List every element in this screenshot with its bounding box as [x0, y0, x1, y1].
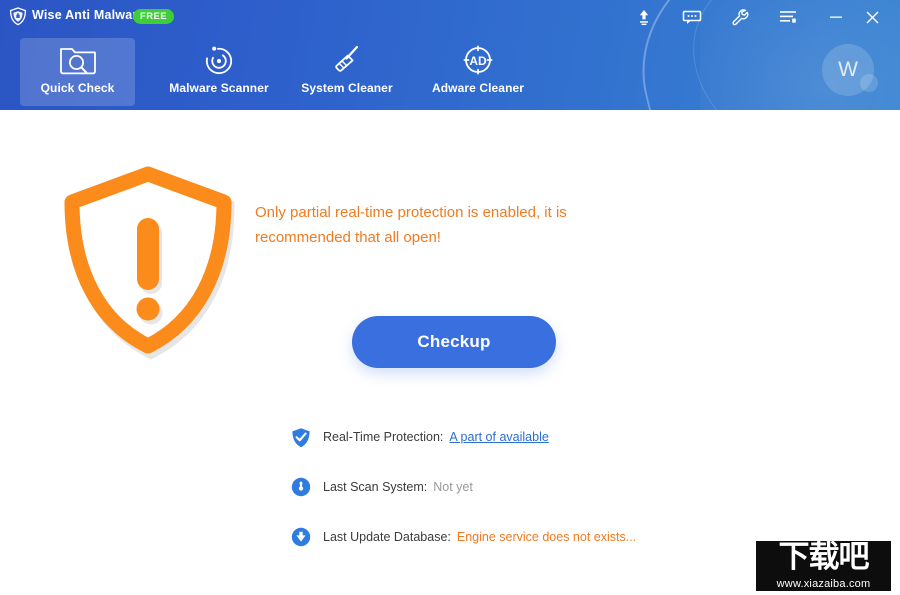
status-row-real-time-protection: Real-Time Protection: A part of availabl… [290, 425, 710, 449]
upgrade-button[interactable] [630, 4, 658, 30]
close-button[interactable] [858, 4, 886, 30]
tab-label: System Cleaner [301, 81, 393, 95]
site-watermark: 下载吧 www.xiazaiba.com [756, 541, 891, 591]
minimize-button[interactable] [822, 4, 850, 30]
tab-system-cleaner[interactable]: System Cleaner [288, 38, 406, 106]
watermark-url: www.xiazaiba.com [776, 578, 871, 590]
wrench-icon [731, 8, 750, 27]
status-row-last-scan: Last Scan System: Not yet [290, 475, 710, 499]
chat-bubble-icon [682, 9, 702, 25]
folder-search-icon [58, 40, 98, 80]
minimize-icon [828, 9, 844, 25]
radar-scan-icon [201, 40, 237, 80]
title-bar: Wise Anti Malware FREE [0, 0, 900, 34]
settings-button[interactable] [726, 4, 754, 30]
warning-shield-icon [58, 160, 238, 360]
status-row-last-update: Last Update Database: Engine service doe… [290, 525, 710, 549]
watermark-text: 下载吧 [778, 541, 870, 575]
avatar[interactable]: W [822, 44, 878, 96]
status-label: Last Update Database: [323, 530, 451, 544]
status-list: Real-Time Protection: A part of availabl… [290, 425, 710, 575]
app-title: Wise Anti Malware [32, 8, 145, 22]
feedback-button[interactable] [678, 4, 706, 30]
checkup-button[interactable]: Checkup [352, 316, 556, 368]
tab-malware-scanner[interactable]: Malware Scanner [154, 38, 284, 106]
application-window: Wise Anti Malware FREE Quick Check Malwa… [0, 0, 900, 595]
main-navigation: Quick Check Malware Scanner System Clean… [0, 38, 560, 106]
tab-label: Malware Scanner [169, 81, 269, 95]
tab-label: Quick Check [40, 81, 115, 95]
status-value: Not yet [433, 480, 473, 494]
status-value-link[interactable]: A part of available [449, 430, 548, 444]
app-header: Wise Anti Malware FREE Quick Check Malwa… [0, 0, 900, 110]
status-label: Last Scan System: [323, 480, 428, 494]
edition-badge: FREE [133, 9, 174, 24]
clock-gauge-icon [290, 476, 312, 498]
menu-list-icon [779, 9, 797, 25]
tab-adware-cleaner[interactable]: AD Adware Cleaner [418, 38, 538, 106]
download-arrow-icon [290, 526, 312, 548]
close-x-icon [864, 9, 881, 26]
broom-icon [329, 40, 365, 80]
ad-target-icon: AD [460, 40, 496, 80]
avatar-letter: W [838, 58, 858, 81]
shield-check-icon [290, 426, 312, 448]
svg-text:AD: AD [469, 54, 487, 68]
tab-label: Adware Cleaner [431, 81, 525, 95]
status-value: Engine service does not exists... [456, 530, 637, 544]
status-label: Real-Time Protection: [323, 430, 444, 444]
upgrade-arrow-icon [636, 8, 652, 26]
warning-message: Only partial real-time protection is ena… [255, 204, 567, 246]
menu-button[interactable] [774, 4, 802, 30]
tab-quick-check[interactable]: Quick Check [20, 38, 135, 106]
shield-logo-icon [9, 7, 27, 26]
